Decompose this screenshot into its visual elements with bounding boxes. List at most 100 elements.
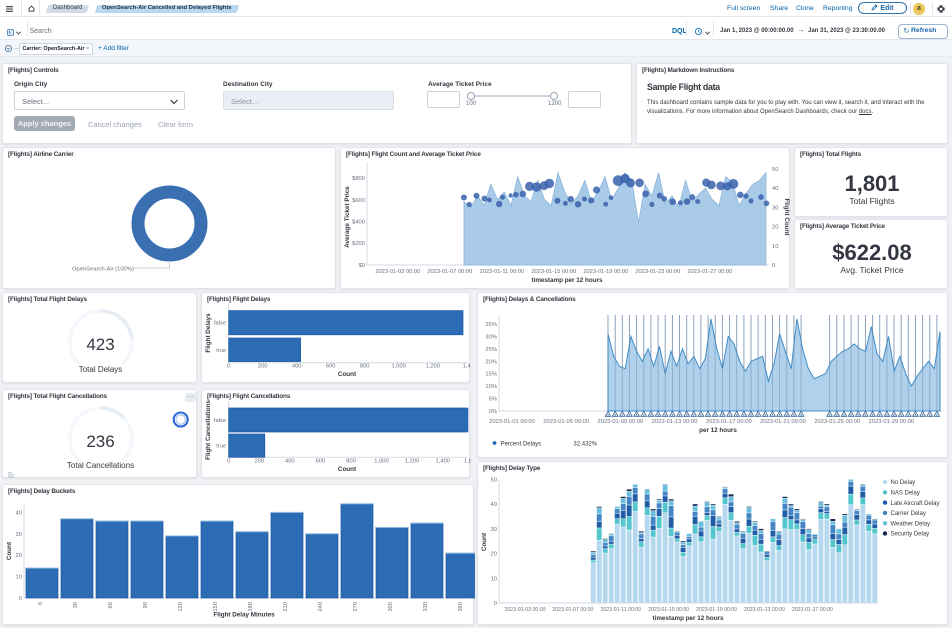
svg-text:400: 400 bbox=[292, 364, 302, 370]
svg-text:40: 40 bbox=[491, 502, 497, 508]
svg-text:30: 30 bbox=[772, 205, 778, 211]
svg-text:2023-01-23 00:00: 2023-01-23 00:00 bbox=[744, 607, 785, 613]
svg-text:15%: 15% bbox=[485, 372, 497, 378]
svg-text:OpenSearch-Air (100%): OpenSearch-Air (100%) bbox=[72, 267, 134, 273]
svg-text:2023-01-05 00:00: 2023-01-05 00:00 bbox=[543, 419, 589, 425]
svg-text:0: 0 bbox=[227, 364, 230, 370]
svg-text:timestamp per 12 hours: timestamp per 12 hours bbox=[531, 277, 603, 284]
svg-text:Percent Delays: Percent Delays bbox=[501, 442, 542, 448]
svg-text:2023-01-21 00:00: 2023-01-21 00:00 bbox=[760, 419, 806, 425]
svg-text:1,200: 1,200 bbox=[425, 364, 440, 370]
svg-text:1,400: 1,400 bbox=[435, 458, 450, 464]
svg-text:2023-01-13 00:00: 2023-01-13 00:00 bbox=[652, 419, 698, 425]
svg-text:10: 10 bbox=[772, 244, 778, 250]
svg-text:false: false bbox=[214, 418, 226, 424]
svg-text:$400: $400 bbox=[352, 220, 365, 226]
svg-text:90: 90 bbox=[143, 602, 149, 608]
svg-text:20: 20 bbox=[491, 552, 497, 558]
svg-text:180: 180 bbox=[248, 602, 254, 612]
svg-text:2023-01-23 00:00: 2023-01-23 00:00 bbox=[635, 269, 680, 275]
svg-text:0%: 0% bbox=[489, 409, 497, 415]
svg-text:400: 400 bbox=[285, 458, 295, 464]
svg-text:10: 10 bbox=[16, 575, 22, 581]
svg-text:1,000: 1,000 bbox=[374, 458, 389, 464]
svg-text:240: 240 bbox=[318, 602, 324, 612]
svg-text:2023-01-01 00:00: 2023-01-01 00:00 bbox=[489, 419, 535, 425]
svg-text:2023-01-03 00:00: 2023-01-03 00:00 bbox=[375, 269, 420, 275]
svg-text:10: 10 bbox=[491, 576, 497, 582]
svg-text:0: 0 bbox=[772, 263, 775, 269]
svg-text:20: 20 bbox=[16, 553, 22, 559]
svg-text:270: 270 bbox=[353, 602, 359, 612]
svg-text:2023-01-15 00:00: 2023-01-15 00:00 bbox=[531, 269, 576, 275]
svg-text:360: 360 bbox=[458, 602, 464, 612]
svg-text:5%: 5% bbox=[489, 397, 497, 403]
svg-text:0: 0 bbox=[227, 458, 230, 464]
svg-text:50: 50 bbox=[491, 478, 497, 484]
svg-text:true: true bbox=[216, 444, 226, 450]
svg-text:Late Aircraft Delay: Late Aircraft Delay bbox=[891, 501, 940, 507]
svg-text:600: 600 bbox=[316, 458, 326, 464]
svg-text:200: 200 bbox=[254, 458, 264, 464]
svg-text:600: 600 bbox=[326, 364, 336, 370]
svg-text:No Delay: No Delay bbox=[891, 480, 916, 486]
svg-text:Count: Count bbox=[338, 466, 357, 473]
svg-text:2023-01-19 00:00: 2023-01-19 00:00 bbox=[583, 269, 628, 275]
svg-text:2023-01-27 00:00: 2023-01-27 00:00 bbox=[687, 269, 732, 275]
svg-text:$800: $800 bbox=[352, 176, 365, 182]
svg-text:210: 210 bbox=[283, 602, 289, 612]
svg-text:35%: 35% bbox=[485, 322, 497, 328]
svg-text:2023-01-11 00:00: 2023-01-11 00:00 bbox=[480, 269, 524, 275]
svg-text:2023-01-19 00:00: 2023-01-19 00:00 bbox=[696, 607, 737, 613]
svg-text:0: 0 bbox=[494, 601, 497, 607]
svg-text:2023-01-15 00:00: 2023-01-15 00:00 bbox=[648, 607, 689, 613]
svg-text:40: 40 bbox=[772, 186, 778, 192]
svg-text:2023-01-07 00:00: 2023-01-07 00:00 bbox=[552, 607, 593, 613]
svg-text:60: 60 bbox=[108, 602, 114, 608]
svg-text:2023-01-27 00:00: 2023-01-27 00:00 bbox=[792, 607, 833, 613]
svg-text:50: 50 bbox=[772, 167, 778, 173]
svg-text:Flight Delay Minutes: Flight Delay Minutes bbox=[213, 612, 275, 619]
svg-text:120: 120 bbox=[178, 602, 184, 612]
svg-text:0: 0 bbox=[38, 602, 44, 605]
svg-text:Flight Count: Flight Count bbox=[783, 198, 790, 236]
svg-text:30: 30 bbox=[491, 527, 497, 533]
svg-text:2023-01-07 00:00: 2023-01-07 00:00 bbox=[427, 269, 472, 275]
svg-text:Weather Delay: Weather Delay bbox=[891, 521, 931, 527]
svg-text:20%: 20% bbox=[485, 359, 497, 365]
svg-text:2023-01-09 00:00: 2023-01-09 00:00 bbox=[598, 419, 644, 425]
svg-text:1,6: 1,6 bbox=[464, 458, 471, 464]
svg-text:true: true bbox=[216, 348, 226, 354]
svg-text:$600: $600 bbox=[352, 198, 365, 204]
svg-text:330: 330 bbox=[423, 602, 429, 612]
svg-text:Security Delay: Security Delay bbox=[891, 532, 930, 538]
svg-text:1,4: 1,4 bbox=[463, 364, 471, 370]
svg-text:30%: 30% bbox=[485, 334, 497, 340]
svg-text:Flight Cancellations: Flight Cancellations bbox=[205, 400, 212, 460]
svg-text:10%: 10% bbox=[485, 384, 497, 390]
svg-text:30: 30 bbox=[16, 532, 22, 538]
svg-text:30: 30 bbox=[73, 602, 79, 608]
svg-text:800: 800 bbox=[360, 364, 370, 370]
svg-text:25%: 25% bbox=[485, 347, 497, 353]
svg-text:Carrier Delay: Carrier Delay bbox=[891, 511, 926, 517]
svg-text:2023-01-29 00:00: 2023-01-29 00:00 bbox=[869, 419, 915, 425]
svg-text:$200: $200 bbox=[352, 241, 365, 247]
svg-text:Count: Count bbox=[338, 371, 357, 378]
svg-text:per 12 hours: per 12 hours bbox=[699, 427, 737, 434]
svg-text:Count: Count bbox=[481, 532, 488, 551]
svg-text:NAS Delay: NAS Delay bbox=[891, 491, 920, 497]
svg-text:Count: Count bbox=[6, 541, 13, 560]
svg-text:40: 40 bbox=[16, 510, 22, 516]
svg-text:300: 300 bbox=[388, 602, 394, 612]
svg-text:2023-01-03 00:00: 2023-01-03 00:00 bbox=[505, 607, 546, 613]
svg-text:150: 150 bbox=[213, 602, 219, 612]
svg-text:2023-01-17 00:00: 2023-01-17 00:00 bbox=[706, 419, 752, 425]
svg-text:20: 20 bbox=[772, 225, 778, 231]
svg-text:Average Ticket Price: Average Ticket Price bbox=[344, 186, 351, 248]
svg-text:200: 200 bbox=[258, 364, 268, 370]
svg-text:2023-01-11 00:00: 2023-01-11 00:00 bbox=[601, 607, 642, 613]
svg-text:1,200: 1,200 bbox=[405, 458, 420, 464]
svg-text:32.432%: 32.432% bbox=[573, 442, 597, 448]
svg-text:2023-01-25 00:00: 2023-01-25 00:00 bbox=[814, 419, 860, 425]
